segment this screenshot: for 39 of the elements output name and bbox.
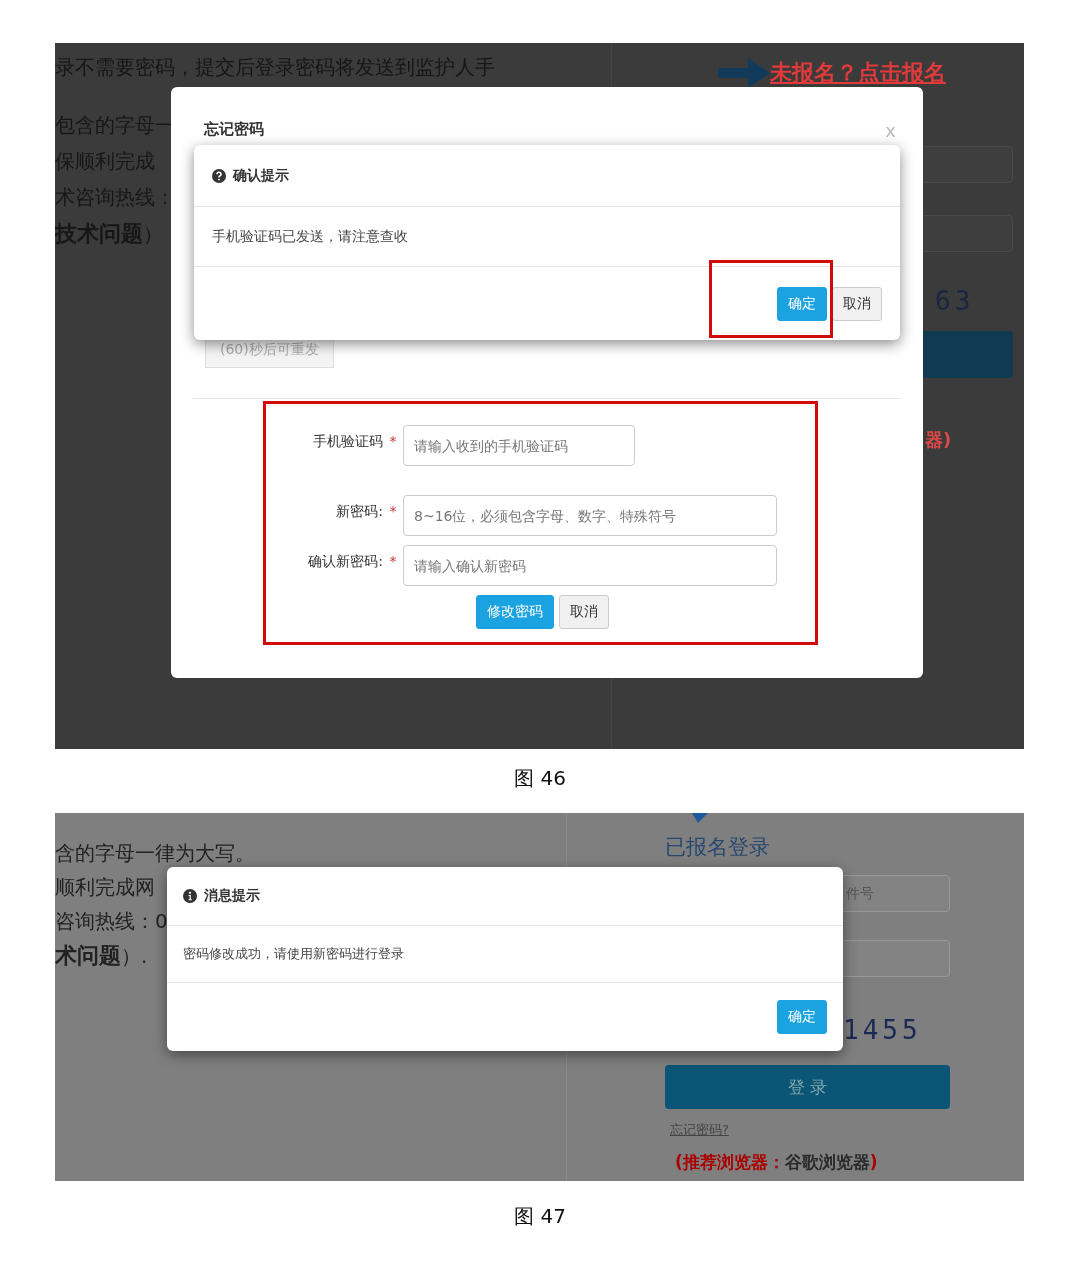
browser-name: 谷歌浏览器 [784, 1152, 870, 1172]
input-field[interactable]: 请输入确认新密码 [403, 545, 777, 586]
dialog-button[interactable]: 取消 [832, 286, 882, 321]
dialog-title: 消息提示 [204, 887, 260, 905]
field-label: 新密码: [335, 502, 383, 521]
input-field[interactable]: 请输入收到的手机验证码 [403, 425, 635, 466]
arrow-icon [692, 813, 708, 823]
dialog-button[interactable]: 确定 [777, 1000, 827, 1034]
field-label: 手机验证码 [312, 432, 383, 451]
browser-note-end: ) [869, 1152, 878, 1172]
register-link[interactable]: 未报名？点击报名 [770, 58, 946, 88]
figure-caption: 图 47 [513, 1203, 567, 1230]
form-button[interactable]: 取消 [559, 595, 609, 629]
required-mark: * [388, 432, 398, 449]
required-mark: * [388, 552, 398, 569]
browser-note-label: (推荐浏览器： [675, 1152, 785, 1172]
notice-text: 咨询热线：0 [55, 908, 168, 935]
captcha-text: 1455 [843, 1015, 923, 1045]
forgot-password-link[interactable]: 忘记密码? [670, 1121, 729, 1139]
input-field[interactable]: 8~16位，必须包含字母、数字、特殊符号 [403, 495, 777, 536]
notice-text: 术问题）. [55, 942, 148, 970]
browser-note: 器) [925, 428, 952, 452]
dialog-title: 确认提示 [233, 166, 289, 185]
question-icon [212, 168, 226, 183]
arrow-icon [718, 58, 770, 88]
close-button[interactable]: x [885, 120, 896, 141]
login-title: 已报名登录 [665, 834, 771, 861]
dialog-button[interactable]: 确定 [777, 286, 827, 321]
dialog-message: 手机验证码已发送，请注意查收 [212, 227, 408, 246]
field-label: 确认新密码: [307, 552, 383, 571]
modal-title: 忘记密码 [204, 120, 264, 140]
notice-text: 顺利完成网 [55, 874, 155, 901]
notice-text: 含的字母一律为大写。 [55, 840, 255, 867]
required-mark: * [388, 502, 398, 519]
info-icon [183, 889, 197, 903]
form-button[interactable]: 修改密码 [476, 595, 554, 629]
dialog-message: 密码修改成功，请使用新密码进行登录 [183, 945, 404, 963]
figure-caption: 图 46 [513, 765, 567, 792]
login-button[interactable]: 登 录 [665, 1065, 950, 1109]
